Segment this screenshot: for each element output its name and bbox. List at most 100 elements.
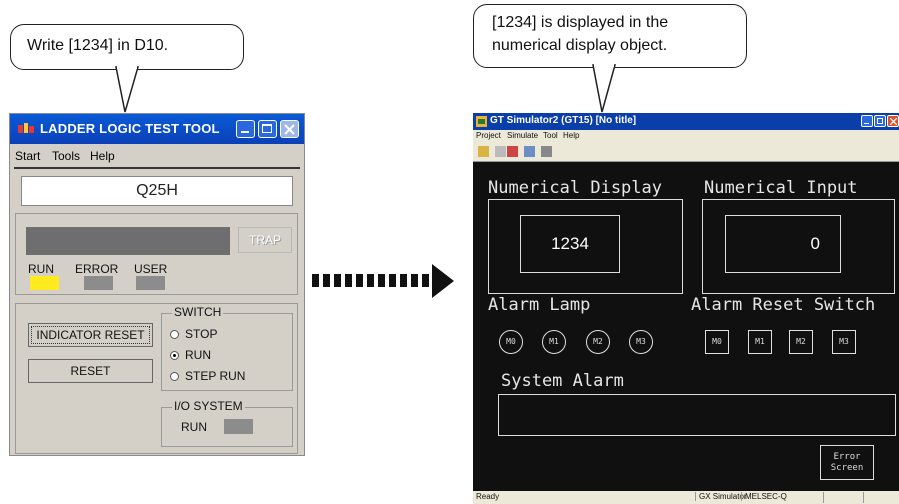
run-radio[interactable] <box>170 351 179 360</box>
toolbar <box>473 143 899 162</box>
window-title: LADDER LOGIC TEST TOOL <box>40 121 220 136</box>
status-gx-simulator: GX Simulator <box>695 492 747 501</box>
menubar: Project Simulate Tool Help <box>473 130 899 143</box>
arrow-head <box>432 264 454 298</box>
divider <box>14 167 300 169</box>
list-icon[interactable] <box>524 146 535 157</box>
menu-project[interactable]: Project <box>476 131 501 140</box>
io-system-led <box>224 419 253 434</box>
window-titlebar[interactable]: LADDER LOGIC TEST TOOL <box>10 114 304 144</box>
maximize-button[interactable] <box>874 115 886 127</box>
options-icon[interactable] <box>541 146 552 157</box>
arrow-dash <box>356 274 363 287</box>
menu-tool[interactable]: Tool <box>543 131 558 140</box>
numerical-input-heading: Numerical Input <box>704 178 858 198</box>
system-alarm-heading: System Alarm <box>501 371 624 391</box>
close-button[interactable] <box>887 115 899 127</box>
error-screen-label-line2: Screen <box>830 463 864 473</box>
menu-simulate[interactable]: Simulate <box>507 131 538 140</box>
stop-radio[interactable] <box>170 330 179 339</box>
arrow-dash <box>323 274 330 287</box>
arrow-dash <box>389 274 396 287</box>
trap-button[interactable]: TRAP <box>238 227 292 253</box>
menu-help[interactable]: Help <box>90 149 115 163</box>
callout-tail <box>592 64 616 113</box>
run-label: RUN <box>185 348 211 362</box>
app-icon <box>18 123 34 133</box>
maximize-icon <box>262 124 272 133</box>
reset-button[interactable]: RESET <box>28 359 153 383</box>
callout-text-line1: [1234] is displayed in the <box>492 14 669 31</box>
gt-simulator-window: GT Simulator2 (GT15) [No title] Project … <box>473 113 899 504</box>
callout-write-d10: Write [1234] in D10. <box>10 24 244 70</box>
callout-tail <box>115 66 139 113</box>
run-led <box>30 276 59 290</box>
gt-screen: Numerical Display 1234 Numerical Input 0… <box>473 162 899 491</box>
menu-help[interactable]: Help <box>563 131 579 140</box>
alarm-reset-switch-m0[interactable]: M0 <box>705 330 729 354</box>
error-screen-label-line1: Error <box>833 452 861 462</box>
indicator-reset-button[interactable]: INDICATOR RESET <box>28 323 153 347</box>
close-icon <box>890 118 897 125</box>
error-led <box>84 276 113 290</box>
open-icon[interactable] <box>478 146 489 157</box>
menu-start[interactable]: Start <box>15 149 40 163</box>
led-label-user: USER <box>134 262 168 276</box>
menu-tools[interactable]: Tools <box>52 149 80 163</box>
status-pane <box>823 492 824 503</box>
alarm-lamp-m1: M1 <box>542 330 566 354</box>
stop-monitor-icon[interactable] <box>507 146 518 157</box>
arrow-dash <box>312 274 319 287</box>
numerical-display-value: 1234 <box>551 234 589 253</box>
switch-group-label: SWITCH <box>172 305 224 319</box>
callout-text: Write [1234] in D10. <box>27 37 169 54</box>
arrow-dash <box>422 274 429 287</box>
close-button[interactable] <box>280 120 299 138</box>
close-icon <box>284 124 295 135</box>
stop-label: STOP <box>185 327 218 341</box>
monitor-icon[interactable] <box>495 146 506 157</box>
window-titlebar[interactable]: GT Simulator2 (GT15) [No title] <box>473 113 899 130</box>
error-message-display <box>26 227 230 255</box>
minimize-button[interactable] <box>236 120 255 138</box>
app-icon <box>476 116 487 127</box>
status-text: Ready <box>476 492 500 501</box>
window-title: GT Simulator2 (GT15) [No title] <box>490 115 637 126</box>
arrow <box>312 0 462 504</box>
io-system-status: RUN <box>181 420 207 434</box>
arrow-dash <box>367 274 374 287</box>
alarm-reset-switch-m3[interactable]: M3 <box>832 330 856 354</box>
led-label-run: RUN <box>28 262 54 276</box>
alarm-lamp-m3: M3 <box>629 330 653 354</box>
focus-rect <box>31 326 150 344</box>
error-screen-button[interactable]: Error Screen <box>820 445 874 480</box>
status-pane <box>863 492 864 503</box>
led-label-error: ERROR <box>75 262 119 276</box>
minimize-icon <box>864 123 869 124</box>
user-led <box>136 276 165 290</box>
alarm-reset-switch-m1[interactable]: M1 <box>748 330 772 354</box>
numerical-input-object[interactable]: 0 <box>725 215 841 273</box>
numerical-display-heading: Numerical Display <box>488 178 662 198</box>
alarm-lamp-m0: M0 <box>499 330 523 354</box>
numerical-input-value: 0 <box>810 234 820 253</box>
alarm-reset-switch-m2[interactable]: M2 <box>789 330 813 354</box>
step-run-radio[interactable] <box>170 372 179 381</box>
maximize-icon <box>877 118 883 124</box>
minimize-icon <box>241 131 249 133</box>
step-run-label: STEP RUN <box>185 369 246 383</box>
status-plc-type: MELSEC-Q <box>741 492 787 501</box>
minimize-button[interactable] <box>861 115 873 127</box>
arrow-dash <box>334 274 341 287</box>
io-system-label: I/O SYSTEM <box>172 399 245 413</box>
system-alarm-display <box>498 394 896 436</box>
cpu-type-display: Q25H <box>21 176 293 206</box>
arrow-dash <box>345 274 352 287</box>
alarm-lamp-heading: Alarm Lamp <box>488 295 591 315</box>
numerical-display-object: 1234 <box>520 215 620 273</box>
maximize-button[interactable] <box>258 120 277 138</box>
arrow-dash <box>400 274 407 287</box>
status-bar: Ready GX Simulator MELSEC-Q <box>473 491 899 504</box>
arrow-dash <box>378 274 385 287</box>
ladder-logic-test-tool-window: LADDER LOGIC TEST TOOL Start Tools Help … <box>9 113 305 456</box>
